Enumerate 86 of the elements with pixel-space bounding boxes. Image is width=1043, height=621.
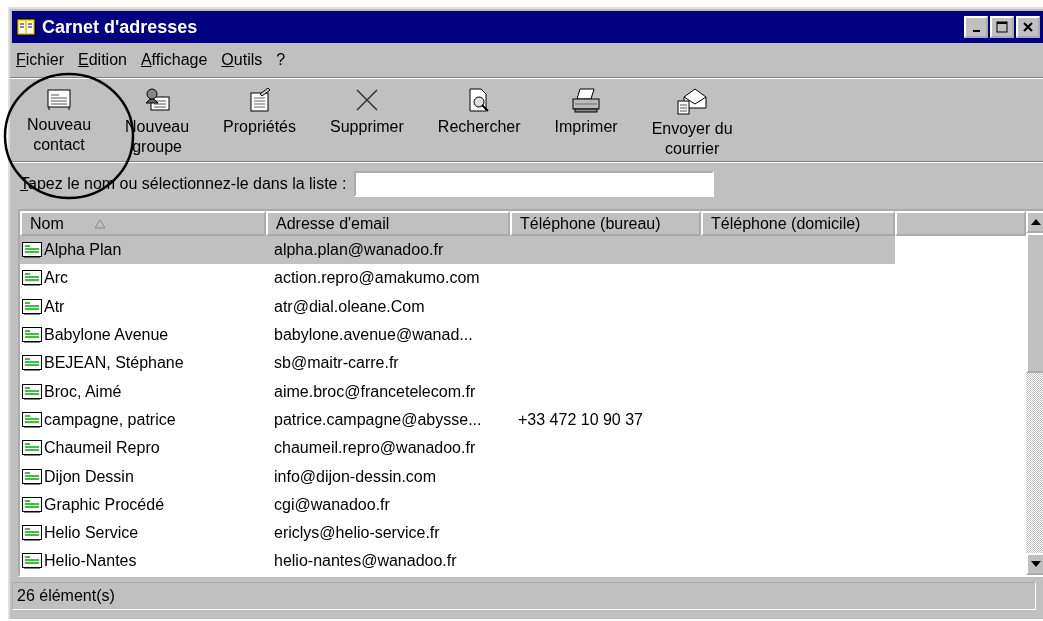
contact-card-icon	[22, 440, 42, 457]
contact-row[interactable]: campagne, patrice patrice.campagne@abysse... +33 472 10 90 37	[20, 405, 895, 435]
window-title: Carnet d'adresses	[42, 16, 198, 38]
contact-card-icon	[22, 496, 42, 513]
contact-card-icon	[22, 383, 42, 400]
contact-name: Dijon Dessin	[44, 467, 134, 486]
toolbar-button[interactable]: Propriétés	[206, 85, 313, 139]
contact-row[interactable]: Babylone Avenue babylone.avenue@wanad...	[20, 320, 895, 350]
contact-name: Graphic Procédé	[44, 495, 165, 514]
toolbar-button[interactable]: Rechercher	[420, 85, 538, 139]
vertical-scrollbar[interactable]	[1026, 211, 1043, 575]
toolbar-button[interactable]: Nouveau contact	[10, 85, 109, 157]
contact-name: Helio Service	[44, 524, 139, 543]
menu-item[interactable]: Edition	[78, 51, 127, 69]
contact-card-icon	[22, 242, 42, 259]
email-address: chaumeil.repro@wanadoo.fr	[274, 439, 476, 458]
status-bar: 26 élément(s)	[12, 582, 1036, 610]
contact-card-icon	[22, 468, 42, 485]
email-address: ericlys@helio-service.fr	[274, 524, 440, 543]
column-header[interactable]: Téléphone (domicile)	[701, 211, 895, 236]
down-arrow-icon	[1031, 561, 1041, 567]
contact-row[interactable]: Arc action.repro@amakumo.com	[20, 264, 895, 293]
contact-row[interactable]: Helio-Nantes helio-nantes@wanadoo.fr	[20, 547, 895, 575]
contact-name: Alpha Plan	[44, 241, 122, 260]
email-address: alpha.plan@wanadoo.fr	[274, 241, 444, 260]
contact-name: Arc	[44, 269, 68, 288]
toolbar-button[interactable]: Imprimer	[537, 85, 635, 139]
contact-row[interactable]: Broc, Aimé aime.broc@francetelecom.fr	[20, 377, 895, 406]
contact-card-icon	[22, 553, 42, 570]
scroll-down-button[interactable]	[1026, 553, 1043, 575]
scroll-up-button[interactable]	[1026, 211, 1043, 233]
email-address: aime.broc@francetelecom.fr	[274, 382, 476, 401]
contact-row[interactable]: Graphic Procédé cgi@wanadoo.fr	[20, 490, 895, 519]
name-search-field[interactable]	[354, 171, 715, 197]
close-button[interactable]	[1016, 16, 1040, 38]
column-header[interactable]: Nom	[20, 211, 266, 236]
minimize-button[interactable]	[964, 16, 988, 38]
toolbar-button[interactable]: Envoyer du courrier	[634, 85, 750, 161]
contact-card-icon	[22, 525, 42, 542]
menu-item[interactable]: Outils	[221, 51, 263, 69]
contact-card-icon	[46, 87, 72, 111]
printer-icon	[571, 87, 602, 113]
delete-icon	[353, 87, 380, 113]
email-address: atr@dial.oleane.Com	[274, 297, 425, 316]
contact-row[interactable]: Chaumeil Repro chaumeil.repro@wanadoo.fr	[20, 434, 895, 463]
up-arrow-icon	[1031, 219, 1041, 225]
menu-item[interactable]: Fichier	[16, 51, 64, 69]
menu-item[interactable]: Affichage	[140, 51, 208, 69]
address-book-icon	[16, 18, 36, 36]
email-address: sb@maitr-carre.fr	[274, 354, 399, 373]
contact-name: BEJEAN, Stéphane	[44, 354, 184, 373]
email-address: action.repro@amakumo.com	[274, 269, 480, 288]
email-address: helio-nantes@wanadoo.fr	[274, 552, 457, 571]
work-phone: +33 472 10 90 37	[518, 410, 643, 429]
contact-name: Broc, Aimé	[44, 382, 122, 401]
group-icon	[143, 87, 172, 113]
column-header[interactable]: Téléphone (bureau)	[510, 211, 701, 236]
contact-row[interactable]: Alpha Plan alpha.plan@wanadoo.fr	[20, 236, 895, 265]
contact-name: campagne, patrice	[44, 410, 176, 429]
email-address: cgi@wanadoo.fr	[274, 495, 390, 514]
email-address: patrice.campagne@abysse...	[274, 410, 482, 429]
column-header[interactable]: Adresse d'email	[266, 211, 510, 236]
contact-card-icon	[22, 298, 42, 315]
contact-card-icon	[22, 327, 42, 344]
contact-name: Babylone Avenue	[44, 326, 169, 345]
contact-name: Helio-Nantes	[44, 552, 137, 571]
toolbar-button[interactable]: Supprimer	[313, 85, 421, 139]
contact-card-icon	[22, 270, 42, 287]
contact-card-icon	[22, 355, 42, 372]
minimize-icon	[972, 30, 980, 32]
email-address: info@dijon-dessin.com	[274, 467, 437, 486]
contact-row[interactable]: BEJEAN, Stéphane sb@maitr-carre.fr	[20, 349, 895, 378]
maximize-icon	[996, 21, 1008, 33]
properties-icon	[247, 87, 272, 113]
close-icon	[1022, 21, 1034, 33]
scroll-thumb[interactable]	[1026, 233, 1043, 373]
menu-item[interactable]: ?	[276, 51, 286, 69]
maximize-button[interactable]	[990, 16, 1014, 38]
contact-card-icon	[22, 411, 42, 428]
contact-row[interactable]: Helio Service ericlys@helio-service.fr	[20, 518, 895, 548]
mail-icon	[676, 87, 709, 115]
contact-name: Chaumeil Repro	[44, 439, 160, 458]
email-address: babylone.avenue@wanad...	[274, 326, 473, 345]
contact-name: Atr	[44, 297, 65, 316]
contact-row[interactable]: Atr atr@dial.oleane.Com	[20, 292, 895, 321]
contact-row[interactable]: Dijon Dessin info@dijon-dessin.com	[20, 462, 895, 491]
